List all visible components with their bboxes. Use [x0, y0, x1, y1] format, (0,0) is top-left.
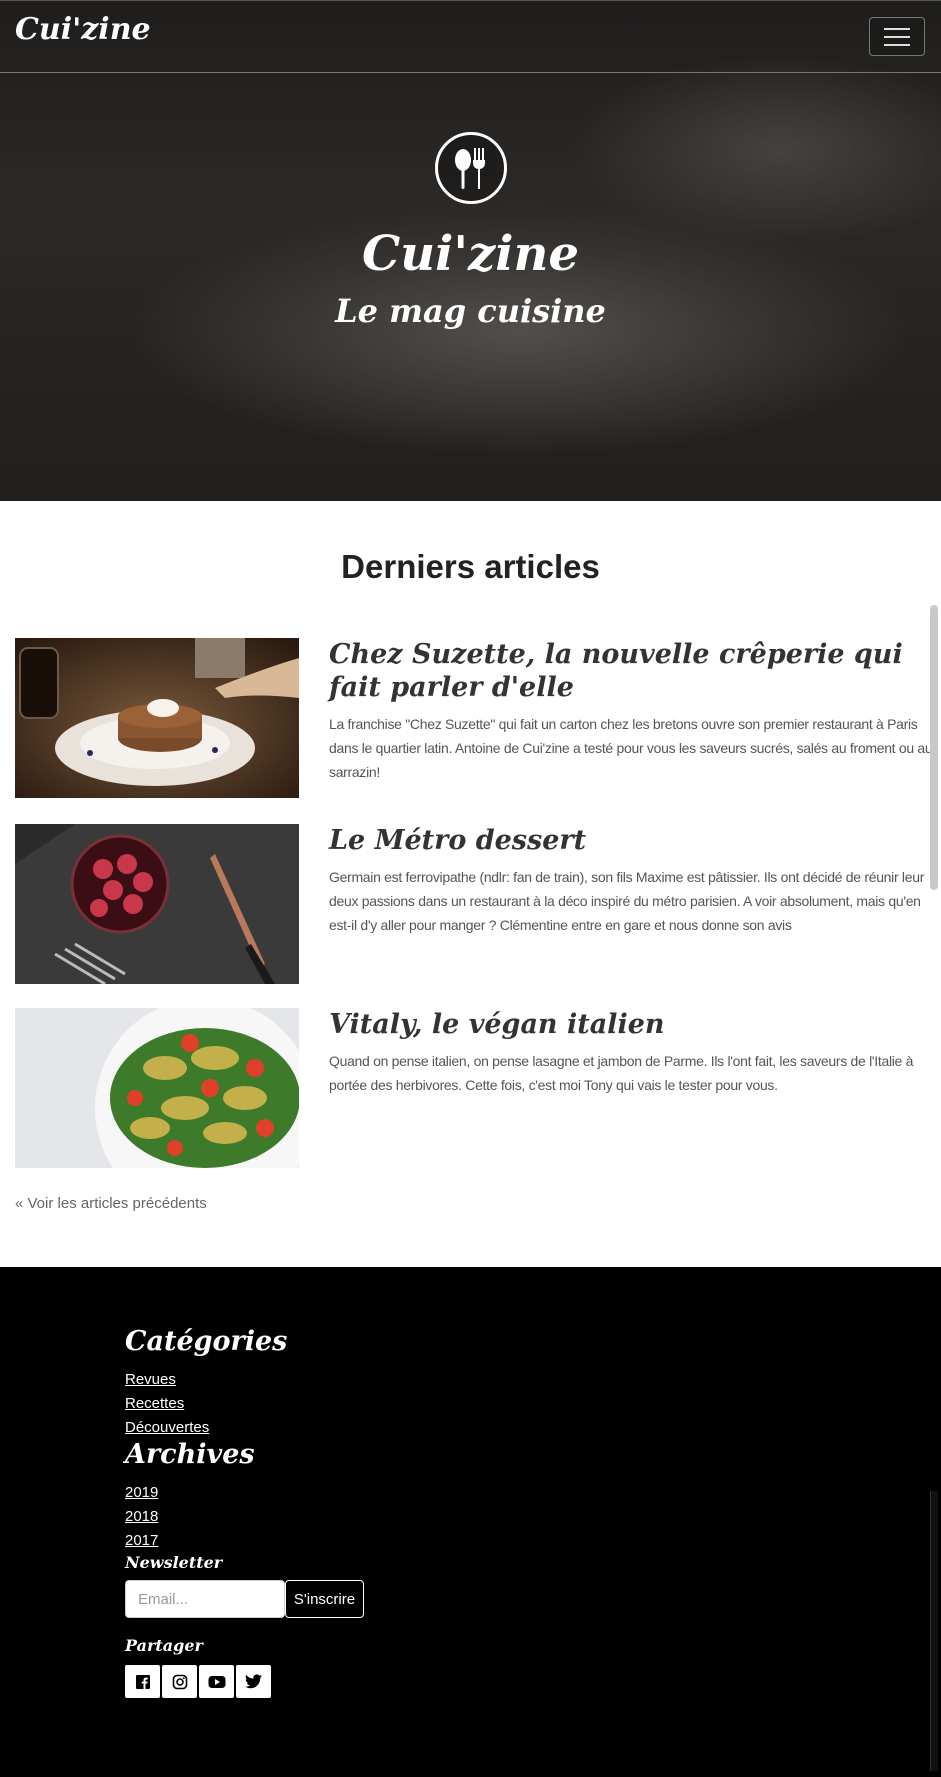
- hero-banner: Cui'zine Cui'zine Le mag cuisine: [0, 0, 941, 501]
- article-text: Chez Suzette, la nouvelle crêperie qui f…: [329, 638, 939, 784]
- brand-link[interactable]: Cui'zine: [15, 12, 151, 47]
- footer-scrollbar[interactable]: [930, 1491, 938, 1771]
- categories-heading: Catégories: [125, 1326, 288, 1357]
- article-excerpt: Quand on pense italien, on pense lasagne…: [329, 1053, 914, 1093]
- email-field[interactable]: Email...: [125, 1580, 285, 1618]
- article-title[interactable]: Vitaly, le végan italien: [329, 1008, 939, 1041]
- spoon-fork-icon: [434, 132, 507, 204]
- section-title: Derniers articles: [341, 548, 600, 585]
- article-text: Le Métro dessert Germain est ferrovipath…: [329, 824, 939, 937]
- article-text: Vitaly, le végan italien Quand on pense …: [329, 1008, 939, 1097]
- article-image-raspberries[interactable]: [15, 824, 299, 984]
- scrollbar[interactable]: [930, 605, 938, 890]
- archive-link-2018[interactable]: 2018: [125, 1508, 158, 1525]
- instagram-icon[interactable]: [162, 1665, 197, 1698]
- article-item: Vitaly, le végan italien Quand on pense …: [15, 1008, 926, 1168]
- category-link-decouvertes[interactable]: Découvertes: [125, 1419, 209, 1436]
- twitter-icon[interactable]: [236, 1665, 271, 1698]
- navbar: Cui'zine: [0, 0, 941, 73]
- article-excerpt: La franchise "Chez Suzette" qui fait un …: [329, 716, 933, 780]
- hero-title: Cui'zine: [362, 226, 579, 282]
- footer: Catégories Revues Recettes Découvertes A…: [0, 1267, 941, 1777]
- archives-heading: Archives: [125, 1439, 255, 1470]
- facebook-icon[interactable]: [125, 1665, 160, 1698]
- archive-link-2017[interactable]: 2017: [125, 1532, 158, 1549]
- newsletter-heading: Newsletter: [125, 1553, 223, 1572]
- article-image-pasta[interactable]: [15, 1008, 299, 1168]
- article-item: Chez Suzette, la nouvelle crêperie qui f…: [15, 638, 933, 798]
- share-heading: Partager: [125, 1636, 203, 1655]
- archive-link-2019[interactable]: 2019: [125, 1484, 158, 1501]
- menu-toggle-button[interactable]: [869, 17, 925, 56]
- article-image-crepes[interactable]: [15, 638, 299, 798]
- article-title[interactable]: Le Métro dessert: [329, 824, 939, 857]
- subscribe-button[interactable]: S'inscrire: [285, 1580, 364, 1618]
- hamburger-icon: [884, 27, 910, 30]
- youtube-icon[interactable]: [199, 1665, 234, 1698]
- category-link-recettes[interactable]: Recettes: [125, 1395, 184, 1412]
- hero-content: Cui'zine Le mag cuisine: [0, 132, 941, 330]
- article-excerpt: Germain est ferrovipathe (ndlr: fan de t…: [329, 869, 925, 933]
- article-title[interactable]: Chez Suzette, la nouvelle crêperie qui f…: [329, 638, 939, 704]
- previous-articles-link[interactable]: « Voir les articles précédents: [15, 1195, 207, 1212]
- category-link-revues[interactable]: Revues: [125, 1371, 176, 1388]
- article-item: Le Métro dessert Germain est ferrovipath…: [15, 824, 926, 984]
- hero-subtitle: Le mag cuisine: [335, 292, 606, 330]
